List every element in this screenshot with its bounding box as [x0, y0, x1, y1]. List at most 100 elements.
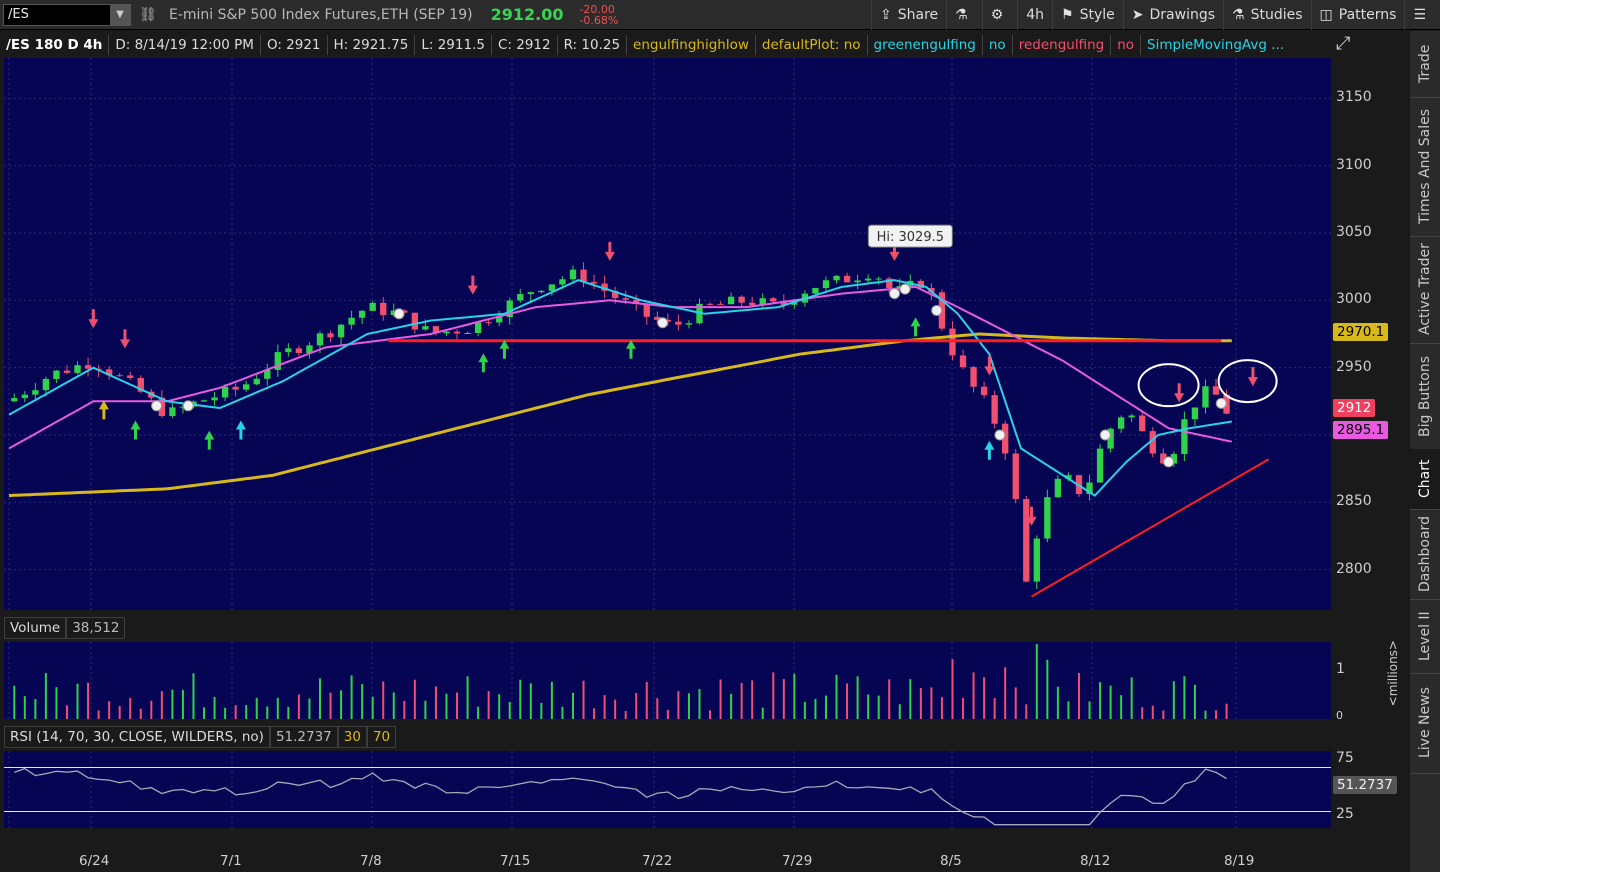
volume-bar — [129, 697, 132, 719]
study-greenengulfing[interactable]: greenengulfing — [868, 34, 983, 55]
expand-icon[interactable]: ⤢ — [1336, 33, 1350, 54]
engulfing-dot — [1163, 456, 1175, 468]
candle-body — [84, 365, 92, 369]
volume-bar — [118, 706, 121, 719]
sma-slow-line — [8, 332, 1232, 498]
volume-chart[interactable] — [4, 642, 1331, 719]
link-icon[interactable]: ⛓ — [139, 4, 157, 26]
candle-body — [1012, 453, 1019, 500]
volume-bar — [983, 677, 986, 719]
study-redengulfing-value[interactable]: no — [1111, 34, 1142, 55]
sell-signal-arrow — [1174, 383, 1185, 403]
candle-body — [991, 395, 998, 424]
candle-body — [1054, 478, 1062, 498]
engulfing-dot — [1215, 397, 1227, 409]
candle-body — [74, 365, 81, 373]
sidebar-tab-times-and-sales[interactable]: Times And Sales — [1410, 97, 1440, 237]
volume-bar — [297, 694, 300, 719]
candle-body — [548, 284, 556, 291]
volume-bar — [76, 683, 79, 719]
sidebar-tab-dashboard[interactable]: Dashboard — [1410, 509, 1440, 600]
volume-bar — [255, 697, 258, 719]
time-axis-tick: 8/19 — [1224, 853, 1255, 869]
volume-bar — [1172, 681, 1175, 719]
candle-body — [221, 386, 229, 398]
volume-bar — [877, 695, 880, 719]
patterns-button[interactable]: ◫ Patterns — [1310, 0, 1405, 30]
sidebar-tab-trade[interactable]: Trade — [1410, 31, 1440, 98]
volume-bar — [434, 686, 437, 719]
highlight-circle — [1137, 363, 1200, 408]
study-defaultplot[interactable]: defaultPlot: no — [756, 34, 868, 55]
candle-body — [232, 386, 239, 390]
volume-bar — [962, 698, 965, 719]
price-axis-tick: 3150 — [1336, 89, 1372, 106]
time-axis-tick: 8/5 — [940, 853, 962, 869]
volume-axis-0: 0 — [1336, 709, 1343, 722]
volume-chart-svg[interactable] — [4, 642, 1331, 719]
study-redengulfing[interactable]: redengulfing — [1013, 34, 1112, 55]
candle-body — [443, 331, 450, 334]
volume-bar — [34, 699, 37, 719]
candle-body — [590, 281, 598, 284]
settings-button[interactable]: ⚙ — [981, 0, 1018, 30]
candle-body — [453, 331, 461, 334]
volume-bar — [814, 698, 817, 719]
rsi-badge: 51.2737 — [1333, 776, 1397, 794]
volume-bar — [181, 689, 184, 719]
studies-button[interactable]: ⚗ Studies — [1223, 0, 1311, 30]
volume-unit: <millions> — [1386, 640, 1400, 707]
buy-signal-arrow — [499, 339, 510, 359]
volume-bar — [65, 705, 68, 719]
menu-button[interactable]: ☰ — [1404, 0, 1440, 30]
cursor-icon: ➤ — [1131, 6, 1144, 23]
engulfing-dot — [931, 304, 943, 316]
candle-body — [959, 355, 967, 368]
volume-bar — [1215, 710, 1218, 719]
time-axis-tick: 7/8 — [360, 853, 382, 869]
symbol-selector[interactable]: /ES ▼ — [3, 3, 131, 26]
rsi-chart-svg[interactable] — [4, 751, 1331, 828]
volume-bar — [55, 687, 58, 719]
rsi-axis-75: 75 — [1336, 750, 1354, 766]
sidebar-tab-level-ii[interactable]: Level II — [1410, 599, 1440, 674]
sma-slow-badge: 2970.1 — [1333, 323, 1389, 341]
volume-bar — [919, 688, 922, 719]
flask-button[interactable]: ⚗ — [946, 0, 982, 30]
sidebar-tab-big-buttons[interactable]: Big Buttons — [1410, 343, 1440, 450]
study-engulfing[interactable]: engulfinghighlow — [627, 34, 756, 55]
candle-body — [358, 310, 366, 318]
last-price: 2912.00 — [490, 5, 564, 24]
volume-bar — [909, 679, 912, 719]
aggregation-button[interactable]: 4h — [1017, 0, 1052, 30]
bar-date: D: 8/14/19 12:00 PM — [109, 34, 261, 55]
price-chart[interactable]: Hi: 3029.5 — [4, 58, 1331, 610]
study-greenengulfing-value[interactable]: no — [983, 34, 1013, 55]
share-button[interactable]: ⇪ Share — [871, 0, 946, 30]
drawings-button[interactable]: ➤ Drawings — [1122, 0, 1223, 30]
volume-bar — [340, 690, 343, 719]
volume-bar — [150, 700, 153, 719]
study-sma[interactable]: SimpleMovingAvg ... — [1141, 35, 1290, 55]
symbol-text[interactable]: /ES — [4, 7, 29, 22]
volume-bar — [835, 674, 838, 719]
rsi-chart[interactable] — [4, 751, 1331, 828]
rsi-value: 51.2737 — [269, 726, 338, 748]
volume-bar — [782, 679, 785, 719]
sidebar-tab-live-news[interactable]: Live News — [1410, 673, 1440, 774]
sell-signal-arrow — [119, 329, 130, 349]
flask-icon: ⚗ — [955, 6, 968, 23]
volume-bar — [445, 693, 448, 719]
engulfing-dot — [182, 400, 194, 412]
sidebar-tab-chart[interactable]: Chart — [1410, 449, 1440, 510]
style-button[interactable]: ⚑ Style — [1052, 0, 1123, 30]
price-chart-svg[interactable]: Hi: 3029.5 — [4, 58, 1331, 610]
sidebar-tab-active-trader[interactable]: Active Trader — [1410, 236, 1440, 344]
volume-axis-1: 1 — [1336, 661, 1345, 677]
volume-bar — [856, 676, 859, 719]
volume-bar — [413, 679, 416, 719]
candle-body — [822, 280, 830, 289]
candle-body — [253, 378, 260, 385]
trend-line — [1031, 458, 1270, 598]
chevron-down-icon[interactable]: ▼ — [110, 4, 130, 25]
